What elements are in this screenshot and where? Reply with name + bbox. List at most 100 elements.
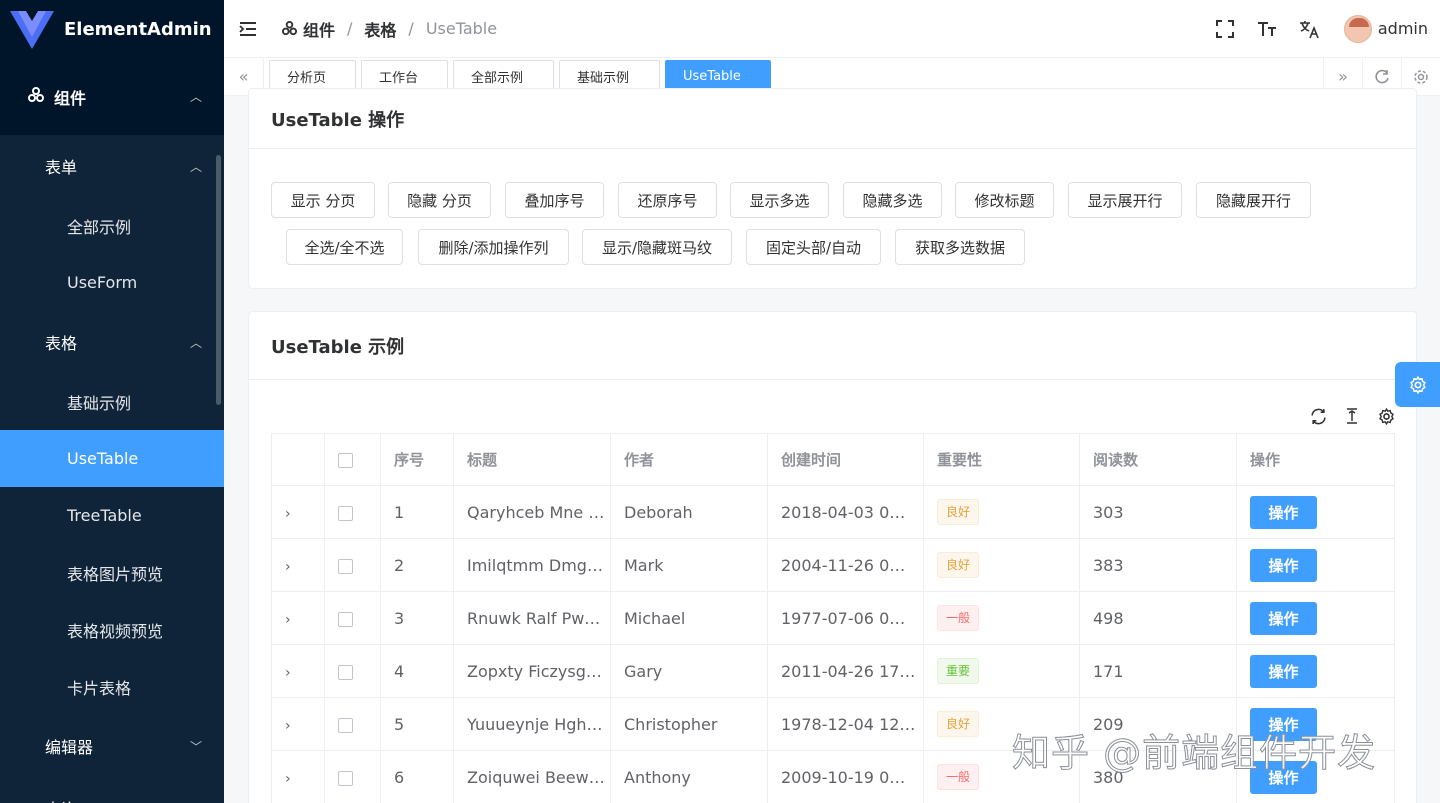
settings-drawer-button[interactable] [1395, 362, 1440, 407]
row-action-button[interactable]: 操作 [1250, 707, 1317, 741]
menu-item-usetable[interactable]: UseTable [0, 430, 224, 487]
importance-badge: 一般 [937, 605, 980, 631]
row-checkbox[interactable] [324, 750, 381, 803]
toggle-stripe-button[interactable]: 显示/隐藏斑马纹 [582, 229, 732, 265]
show-selection-button[interactable]: 显示多选 [730, 182, 829, 218]
expand-row-icon[interactable]: › [271, 644, 325, 698]
cell-author: Anthony [610, 750, 768, 803]
row-checkbox[interactable] [324, 538, 381, 592]
breadcrumb-item[interactable]: 表格 [364, 17, 396, 41]
cell-index: 3 [380, 591, 454, 645]
importance-badge: 重要 [937, 658, 980, 684]
chevron-down-icon: ﹀ [189, 739, 202, 754]
row-action-button[interactable]: 操作 [1250, 654, 1317, 688]
column-settings-icon[interactable] [1376, 406, 1396, 426]
username[interactable]: admin [1378, 19, 1428, 38]
importance-badge: 良好 [937, 499, 980, 525]
menu-group-form[interactable]: 表单 ︿ [0, 135, 224, 197]
get-selection-button[interactable]: 获取多选数据 [895, 229, 1025, 265]
table-toolbar [1308, 406, 1396, 426]
cell-time: 2011-04-26 17… [767, 644, 924, 698]
row-checkbox[interactable] [324, 591, 381, 645]
cell-action: 操作 [1236, 697, 1395, 751]
row-checkbox[interactable] [324, 697, 381, 751]
font-size-icon[interactable] [1246, 8, 1288, 50]
row-action-button[interactable]: 操作 [1250, 548, 1317, 582]
cell-importance: 一般 [923, 591, 1080, 645]
refresh-icon[interactable] [1308, 406, 1328, 426]
menu-group-editor-label: 编辑器 [45, 738, 94, 757]
row-action-button[interactable]: 操作 [1250, 760, 1317, 794]
cell-importance: 重要 [923, 644, 1080, 698]
menu-item-useform[interactable]: UseForm [0, 254, 224, 311]
menu-group-query[interactable]: 查询 [0, 777, 224, 803]
column-height-icon[interactable] [1342, 406, 1362, 426]
header-actions: admin [1204, 8, 1440, 50]
cell-author: Michael [610, 591, 768, 645]
menu-group-table[interactable]: 表格 ︿ [0, 311, 224, 373]
row-action-button[interactable]: 操作 [1250, 601, 1317, 635]
expand-row-icon[interactable]: › [271, 591, 325, 645]
cell-time: 2004-11-26 0… [767, 538, 924, 592]
restore-index-button[interactable]: 还原序号 [618, 182, 717, 218]
row-checkbox[interactable] [324, 485, 381, 539]
fullscreen-icon[interactable] [1204, 8, 1246, 50]
translate-icon[interactable] [1288, 8, 1330, 50]
menu-group-table-label: 表格 [45, 334, 78, 353]
expand-row-icon[interactable]: › [271, 750, 325, 803]
expand-row-icon[interactable]: › [271, 697, 325, 751]
avatar[interactable] [1343, 14, 1372, 43]
toggle-action-column-button[interactable]: 删除/添加操作列 [418, 229, 569, 265]
vue-logo-icon [10, 11, 54, 49]
logo[interactable]: ElementAdmin [0, 0, 224, 58]
collapse-menu-icon[interactable] [226, 0, 270, 58]
cell-author: Christopher [610, 697, 768, 751]
hide-expand-row-button[interactable]: 隐藏展开行 [1196, 182, 1311, 218]
menu-item-table-image-preview[interactable]: 表格图片预览 [0, 544, 224, 601]
menu-group-form-label: 表单 [45, 158, 78, 177]
select-all-checkbox[interactable] [324, 433, 381, 486]
breadcrumb-item[interactable]: 组件 [282, 17, 335, 41]
expand-row-icon[interactable]: › [271, 485, 325, 539]
cell-title: Zopxty Ficzysg… [453, 644, 611, 698]
data-table: 序号 标题 作者 创建时间 重要性 阅读数 操作 › 1 Qaryhceb Mne … [271, 433, 1395, 803]
add-index-button[interactable]: 叠加序号 [505, 182, 604, 218]
menu-item-table-video-preview[interactable]: 表格视频预览 [0, 601, 224, 658]
row-action-button[interactable]: 操作 [1250, 495, 1317, 529]
menu-components[interactable]: 组件 ︿ [0, 58, 224, 135]
expand-row-icon[interactable]: › [271, 538, 325, 592]
menu-item-treetable[interactable]: TreeTable [0, 487, 224, 544]
header: 组件 / 表格 / UseTable admin [224, 0, 1440, 58]
cell-title: Rnuwk Ralf Pw… [453, 591, 611, 645]
operations-card: UseTable 操作 显示 分页 隐藏 分页 叠加序号 还原序号 显示多选 隐… [248, 88, 1417, 289]
menu-item-card-table[interactable]: 卡片表格 [0, 658, 224, 715]
toggle-fixed-header-button[interactable]: 固定头部/自动 [746, 229, 881, 265]
column-header: 序号 [380, 433, 454, 486]
row-checkbox[interactable] [324, 644, 381, 698]
hide-selection-button[interactable]: 隐藏多选 [843, 182, 942, 218]
cell-action: 操作 [1236, 750, 1395, 803]
cell-index: 5 [380, 697, 454, 751]
breadcrumb-separator: / [347, 19, 353, 38]
importance-badge: 良好 [937, 552, 980, 578]
menu-components-label: 组件 [54, 88, 87, 108]
menu-group-editor[interactable]: 编辑器 ﹀ [0, 715, 224, 777]
show-pagination-button[interactable]: 显示 分页 [271, 182, 375, 218]
sidebar-scrollbar[interactable] [216, 155, 221, 405]
table-row: › 6 Zoiquwei Beew… Anthony 2009-10-19 0… 一般 38… [271, 750, 1395, 803]
show-expand-row-button[interactable]: 显示展开行 [1068, 182, 1182, 218]
cell-action: 操作 [1236, 485, 1395, 539]
cell-time: 2018-04-03 0… [767, 485, 924, 539]
submenu: 表单 ︿ 全部示例 UseForm 表格 ︿ 基础示例 UseTable Tre… [0, 135, 224, 803]
toggle-select-all-button[interactable]: 全选/全不选 [286, 229, 403, 265]
chevron-up-icon: ︿ [189, 90, 202, 104]
cell-action: 操作 [1236, 591, 1395, 645]
menu-item-all-examples[interactable]: 全部示例 [0, 197, 224, 254]
table-row: › 4 Zopxty Ficzysg… Gary 2011-04-26 17… 重要 171… [271, 644, 1395, 698]
cell-action: 操作 [1236, 538, 1395, 592]
menu-item-basic-example[interactable]: 基础示例 [0, 373, 224, 430]
hide-pagination-button[interactable]: 隐藏 分页 [388, 182, 491, 218]
table-card-title: UseTable 示例 [249, 312, 1416, 380]
cell-importance: 良好 [923, 485, 1080, 539]
edit-title-button[interactable]: 修改标题 [955, 182, 1054, 218]
